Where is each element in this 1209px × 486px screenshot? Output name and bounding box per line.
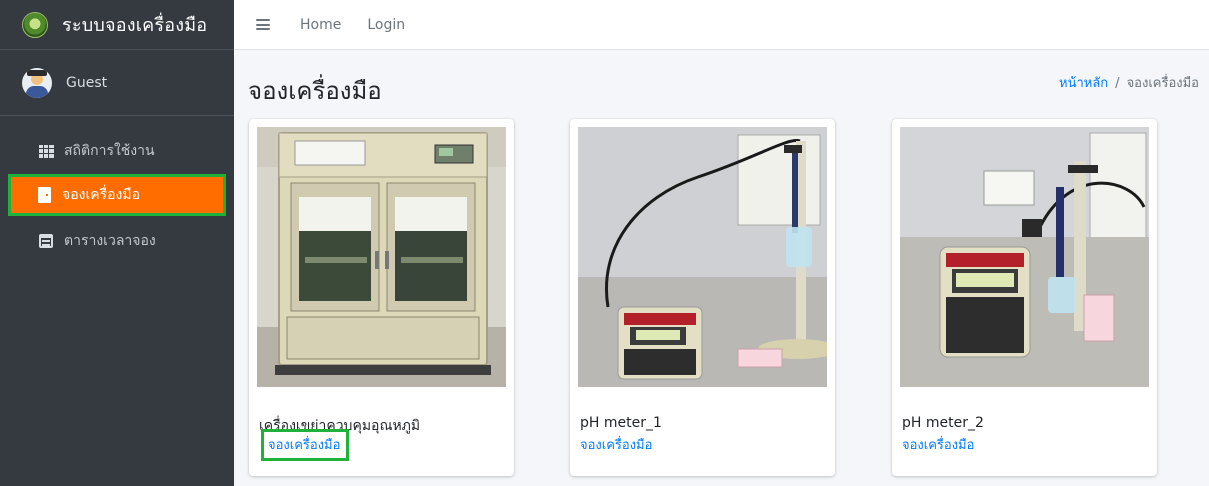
equipment-photo[interactable]	[900, 127, 1149, 387]
breadcrumb-separator: /	[1115, 76, 1120, 91]
sidebar-item-schedule[interactable]: ตารางเวลาจอง	[10, 222, 222, 260]
sidebar-nav: สถิติการใช้งาน จองเครื่องมือ ตารางเวลาจอ…	[0, 116, 234, 260]
equipment-name: pH meter_2	[902, 415, 984, 431]
equipment-photo[interactable]	[578, 127, 827, 387]
nav-login-link[interactable]: Login	[367, 17, 405, 33]
sidebar-item-label: ตารางเวลาจอง	[64, 233, 156, 249]
main-content: จองเครื่องมือ หน้าหลัก / จองเครื่องมือ เ…	[234, 51, 1209, 486]
page-title: จองเครื่องมือ	[248, 77, 382, 105]
breadcrumb: หน้าหลัก / จองเครื่องมือ	[1059, 72, 1199, 93]
equipment-card: pH meter_1 จองเครื่องมือ	[570, 119, 835, 476]
equipment-name: pH meter_1	[580, 415, 662, 431]
sidebar: ระบบจองเครื่องมือ Guest สถิติการใช้งาน จ…	[0, 0, 234, 486]
sidebar-item-book-equipment[interactable]: จองเครื่องมือ	[8, 174, 226, 216]
th-grid-icon	[38, 143, 54, 159]
book-equipment-link[interactable]: จองเครื่องมือ	[580, 434, 652, 455]
equipment-card: เครื่องเขย่าควบคุมอุณหภูมิ จองเครื่องมือ	[249, 119, 514, 476]
sidebar-item-label: จองเครื่องมือ	[62, 187, 140, 203]
brand-title: ระบบจองเครื่องมือ	[62, 15, 208, 36]
user-panel[interactable]: Guest	[0, 50, 234, 116]
sidebar-item-statistics[interactable]: สถิติการใช้งาน	[10, 132, 222, 170]
brand[interactable]: ระบบจองเครื่องมือ	[0, 0, 234, 50]
equipment-photo[interactable]	[257, 127, 506, 387]
door-icon	[36, 187, 52, 203]
breadcrumb-home-link[interactable]: หน้าหลัก	[1059, 76, 1108, 91]
breadcrumb-current: จองเครื่องมือ	[1126, 76, 1199, 91]
top-navbar: Home Login	[234, 0, 1209, 50]
equipment-card: pH meter_2 จองเครื่องมือ	[892, 119, 1157, 476]
nav-home-link[interactable]: Home	[300, 17, 341, 33]
book-equipment-link[interactable]: จองเครื่องมือ	[261, 429, 350, 461]
book-equipment-link[interactable]: จองเครื่องมือ	[902, 434, 974, 455]
brand-logo	[22, 11, 48, 38]
sidebar-item-label: สถิติการใช้งาน	[64, 143, 155, 159]
calendar-icon	[38, 233, 54, 249]
menu-toggle-icon[interactable]	[256, 19, 270, 30]
avatar	[22, 67, 52, 98]
user-name: Guest	[66, 74, 108, 91]
